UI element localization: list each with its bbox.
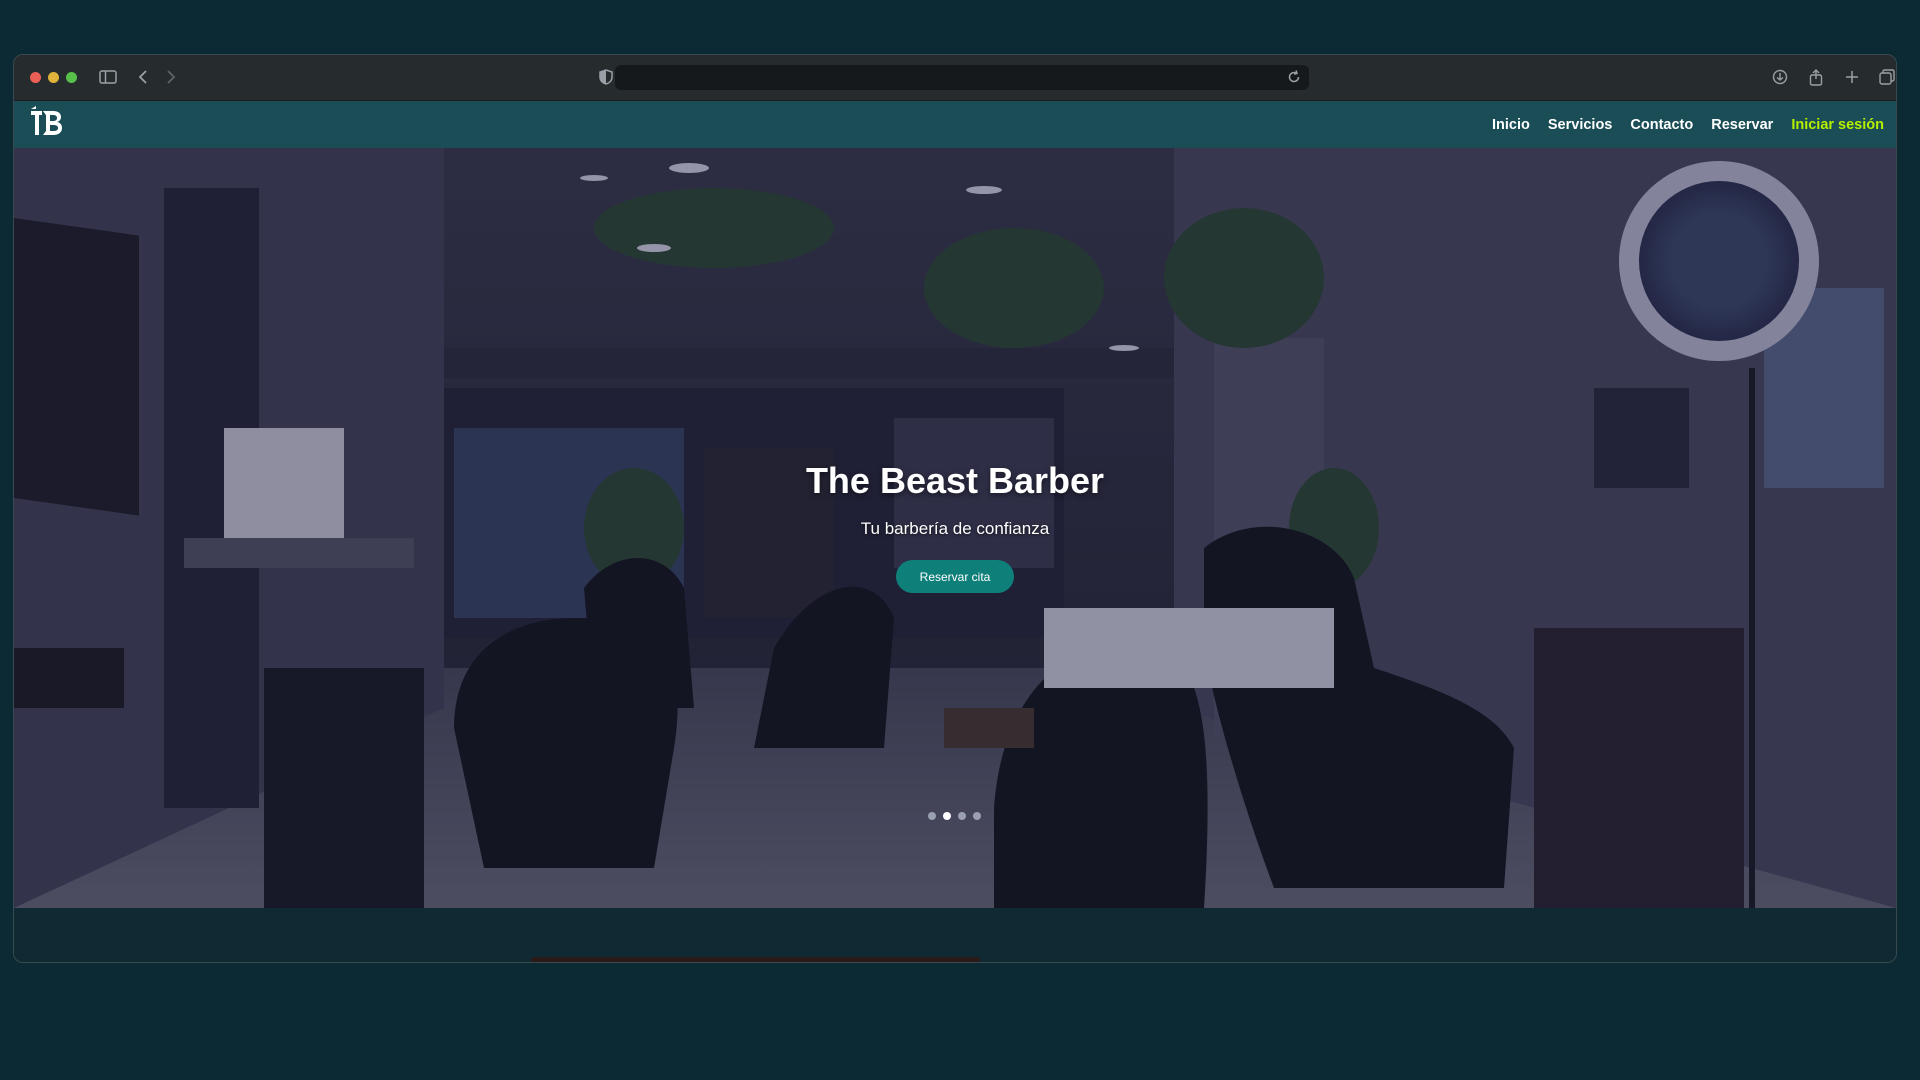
hero-carousel: The Beast Barber Tu barbería de confianz… (14, 148, 1896, 908)
share-icon[interactable] (1804, 65, 1828, 89)
nav-link-reservar[interactable]: Reservar (1711, 117, 1773, 133)
new-tab-icon[interactable] (1840, 65, 1864, 89)
browser-toolbar (14, 55, 1896, 101)
nav-link-contacto[interactable]: Contacto (1630, 117, 1693, 133)
tabs-overview-icon[interactable] (1875, 65, 1896, 89)
hero-title: The Beast Barber (805, 460, 1105, 501)
carousel-dot-3[interactable] (958, 812, 966, 820)
carousel-dot-2[interactable] (943, 812, 951, 820)
close-window-button[interactable] (30, 72, 41, 83)
nav-link-servicios[interactable]: Servicios (1548, 117, 1613, 133)
forward-icon[interactable] (159, 65, 183, 89)
carousel-dot-1[interactable] (928, 812, 936, 820)
brand-logo-icon[interactable] (28, 105, 64, 141)
browser-window: Inicio Servicios Contacto Reservar Inici… (13, 54, 1897, 963)
page-section-below-hero (14, 908, 1896, 962)
back-icon[interactable] (131, 65, 155, 89)
carousel-dot-4[interactable] (973, 812, 981, 820)
address-bar[interactable] (615, 65, 1309, 90)
nav-link-inicio[interactable]: Inicio (1492, 117, 1530, 133)
book-appointment-button[interactable]: Reservar cita (896, 560, 1014, 593)
login-link[interactable]: Iniciar sesión (1791, 117, 1884, 133)
maximize-window-button[interactable] (66, 72, 77, 83)
site-navbar: Inicio Servicios Contacto Reservar Inici… (14, 101, 1896, 148)
nav-links: Inicio Servicios Contacto Reservar Inici… (1492, 101, 1884, 148)
minimize-window-button[interactable] (48, 72, 59, 83)
hero-subtitle: Tu barbería de confianza (860, 519, 1050, 538)
next-section-image-peek (531, 957, 980, 962)
reload-icon[interactable] (1285, 68, 1303, 86)
download-icon[interactable] (1768, 65, 1792, 89)
carousel-indicators (928, 812, 981, 820)
sidebar-icon[interactable] (96, 65, 120, 89)
